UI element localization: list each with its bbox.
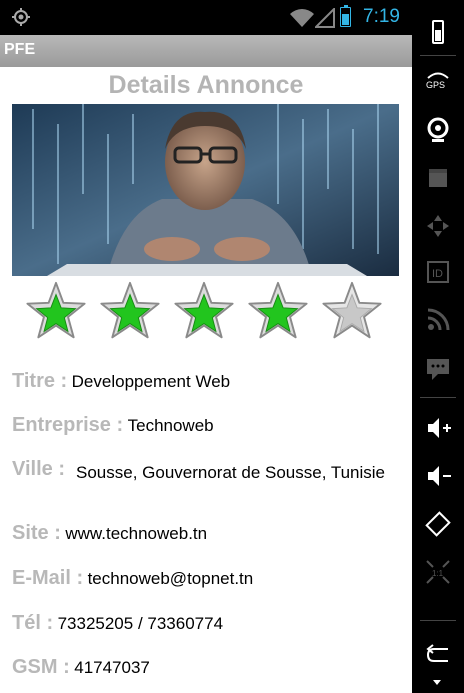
battery-icon bbox=[340, 5, 351, 27]
rotate-icon[interactable] bbox=[424, 510, 452, 538]
menu-arrow-icon[interactable] bbox=[433, 680, 441, 685]
divider bbox=[420, 397, 456, 398]
scale-icon[interactable]: 1:1 bbox=[424, 558, 452, 586]
titre-label: Titre : bbox=[12, 370, 68, 392]
listing-image bbox=[12, 104, 399, 276]
divider bbox=[420, 620, 456, 621]
star-filled-icon[interactable] bbox=[22, 280, 90, 344]
gsm-label: GSM : bbox=[12, 656, 70, 678]
page-title: Details Annonce bbox=[108, 71, 304, 99]
wifi-icon bbox=[290, 9, 314, 27]
signal-icon bbox=[315, 8, 335, 28]
star-filled-icon[interactable] bbox=[170, 280, 238, 344]
ville-row: Ville : Sousse, Gouvernorat de Sousse, T… bbox=[12, 458, 385, 482]
divider bbox=[420, 55, 456, 56]
message-icon[interactable] bbox=[424, 354, 452, 382]
action-bar: PFE bbox=[0, 35, 412, 67]
gsm-value[interactable]: 41747037 bbox=[74, 658, 150, 677]
entreprise-label: Entreprise : bbox=[12, 414, 124, 436]
tel-value[interactable]: 73325205 / 73360774 bbox=[58, 614, 223, 633]
gsm-row: GSM : 41747037 bbox=[12, 656, 150, 679]
svg-text:GPS: GPS bbox=[426, 80, 445, 90]
site-label: Site : bbox=[12, 522, 61, 544]
entreprise-value: Technoweb bbox=[127, 416, 214, 435]
camera-icon[interactable] bbox=[424, 164, 452, 192]
star-filled-icon[interactable] bbox=[244, 280, 312, 344]
email-value[interactable]: technoweb@topnet.tn bbox=[88, 569, 254, 588]
email-label: E-Mail : bbox=[12, 567, 84, 589]
status-bar: 7:19 bbox=[0, 0, 412, 35]
titre-row: Titre : Developpement Web bbox=[12, 370, 230, 393]
titre-value: Developpement Web bbox=[71, 372, 231, 391]
tel-label: Tél : bbox=[12, 612, 54, 634]
gps-icon bbox=[12, 8, 30, 26]
app-title: PFE bbox=[4, 41, 36, 58]
id-icon[interactable]: ID bbox=[424, 258, 452, 286]
site-row: Site : www.technoweb.tn bbox=[12, 522, 207, 545]
rss-icon[interactable] bbox=[424, 306, 452, 334]
webcam-icon[interactable] bbox=[424, 116, 452, 144]
dpad-icon[interactable] bbox=[424, 212, 452, 240]
tel-row: Tél : 73325205 / 73360774 bbox=[12, 612, 223, 635]
svg-text:1:1: 1:1 bbox=[432, 569, 444, 578]
volume-up-icon[interactable] bbox=[424, 414, 452, 442]
site-value[interactable]: www.technoweb.tn bbox=[65, 524, 207, 543]
gps-icon[interactable]: GPS bbox=[424, 70, 452, 98]
volume-down-icon[interactable] bbox=[424, 462, 452, 490]
star-filled-icon[interactable] bbox=[96, 280, 164, 344]
svg-text:ID: ID bbox=[432, 268, 443, 280]
ville-value: Sousse, Gouvernorat de Sousse, Tunisie bbox=[76, 463, 386, 482]
entreprise-row: Entreprise : Technoweb bbox=[12, 414, 214, 437]
email-row: E-Mail : technoweb@topnet.tn bbox=[12, 567, 253, 590]
battery-icon[interactable] bbox=[424, 18, 452, 46]
star-empty-icon[interactable] bbox=[318, 280, 386, 344]
emulator-controls: GPS ID 1:1 bbox=[412, 0, 464, 693]
ville-label: Ville : bbox=[12, 458, 65, 480]
back-icon[interactable] bbox=[424, 640, 452, 668]
phone-screen: 7:19 PFE Details Annonce Titre: Develop… bbox=[0, 0, 412, 693]
clock: 7:19 bbox=[363, 6, 400, 27]
